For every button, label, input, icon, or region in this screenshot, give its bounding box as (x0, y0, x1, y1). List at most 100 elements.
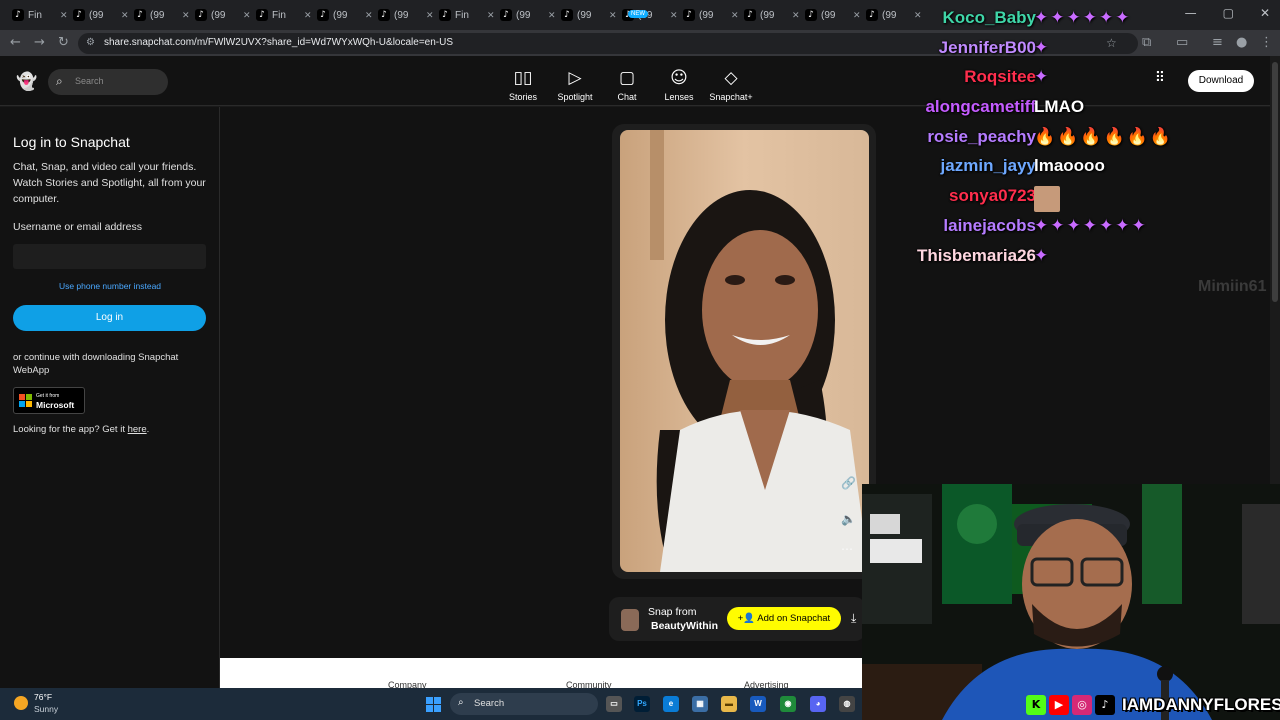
nav-chat-label: Chat (617, 92, 637, 102)
chat-username: lainejacobs (943, 216, 1036, 235)
tiktok-icon: ♪ (134, 9, 146, 21)
face-emote-icon (1034, 186, 1060, 212)
tab-title: (99 (760, 9, 775, 21)
site-info-icon[interactable]: ⚙ (86, 37, 95, 48)
get-app-link[interactable]: here (128, 424, 147, 435)
tiktok-icon: ♪ (500, 9, 512, 21)
stories-icon: ▯▯ (513, 68, 533, 88)
download-snap-icon[interactable]: ⤓ (851, 611, 856, 626)
snapchat-ghost-logo[interactable]: 👻 (16, 72, 37, 92)
add-button-label: Add on Snapchat (757, 613, 831, 624)
browser-menu-icon[interactable]: ⋮ (1260, 35, 1273, 50)
nav-spotlight-label: Spotlight (557, 92, 593, 102)
nav-snapchat-plus-label: Snapchat+ (709, 92, 753, 102)
forward-icon[interactable]: → (34, 35, 45, 50)
snap-search-field[interactable]: ⌕ Search (48, 69, 168, 95)
username-input[interactable] (13, 244, 206, 269)
snap-video[interactable] (620, 130, 869, 572)
chat-message-row: Koco_Baby ✦✦✦✦✦✦ (880, 8, 1260, 34)
use-phone-link[interactable]: Use phone number instead (0, 281, 220, 291)
weather-temperature: 76°F (34, 692, 53, 702)
word-icon[interactable]: W (750, 696, 766, 712)
webcam-frame (862, 484, 1280, 720)
chat-message-text: lmaoooo (1034, 156, 1105, 175)
close-window-icon[interactable]: ✕ (1260, 6, 1270, 20)
nav-chat[interactable]: ▢ Chat (600, 68, 654, 102)
fire-emote-icon: 🔥🔥🔥🔥🔥🔥 (1034, 127, 1174, 147)
file-explorer-icon[interactable]: ▬ (721, 696, 737, 712)
ms-badge-line2: Microsoft (36, 400, 75, 410)
chat-fading-username: Mimiin61 (1198, 278, 1267, 295)
chat-username: rosie_peachy (927, 127, 1036, 146)
volume-icon[interactable]: 🔈 (841, 512, 856, 526)
streamer-webcam (862, 484, 1280, 720)
add-on-snapchat-button[interactable]: +👤 Add on Snapchat (727, 607, 841, 630)
photoshop-icon[interactable]: Ps (634, 696, 650, 712)
chat-message: ✦✦✦✦✦✦ (1034, 8, 1131, 28)
tiktok-icon: ♪ (256, 9, 268, 21)
tiktok-icon: ♪ (866, 9, 878, 21)
chat-message-row: lainejacobs ✦✦✦✦✦✦✦ (880, 216, 1260, 242)
nav-stories[interactable]: ▯▯ Stories (496, 68, 550, 102)
tiktok-icon: ♪ (12, 9, 24, 21)
chat-message: ✦✦✦✦✦✦✦ (1034, 216, 1148, 236)
chat-message (1034, 186, 1060, 212)
chat-message-row: Thisbemaria26 ✦ (880, 246, 1260, 272)
snap-from-label: Snap from (648, 606, 697, 618)
nav-lenses-label: Lenses (664, 92, 694, 102)
store-icon[interactable]: ▦ (692, 696, 708, 712)
tab-title: (99 (394, 9, 409, 21)
snap-username[interactable]: BeautyWithin (651, 620, 718, 632)
chat-message-row: sonya0723 (880, 186, 1260, 212)
tab-title: (99 (577, 9, 592, 21)
scroll-thumb[interactable] (1272, 62, 1278, 302)
reload-icon[interactable]: ↻ (58, 35, 69, 50)
get-app-suffix: . (146, 424, 150, 435)
chat-new-badge: NEW (628, 10, 648, 18)
search-icon: ⌕ (56, 74, 63, 88)
username-label: Username or email address (13, 221, 142, 233)
chat-message-row: jazmin_jayy lmaoooo (880, 156, 1260, 182)
taskbar-search[interactable]: ⌕ Search (450, 693, 598, 715)
link-icon[interactable]: 🔗 (841, 476, 856, 490)
ms-badge-line1: Get it from (36, 393, 60, 399)
app-icon[interactable]: ◍ (839, 696, 855, 712)
tab-title: (99 (211, 9, 226, 21)
search-placeholder: Search (75, 76, 104, 86)
sun-icon (14, 696, 28, 710)
tiktok-icon: ♪ (561, 9, 573, 21)
nav-stories-label: Stories (508, 92, 537, 102)
chat-icon: ▢ (618, 68, 636, 88)
more-options-icon[interactable]: ⋯ (841, 542, 853, 556)
purple-emote-icon: ✦ (1034, 67, 1051, 87)
chat-username: sonya0723 (949, 186, 1036, 205)
discord-icon[interactable]: ◕ (810, 696, 826, 712)
windows-start-icon[interactable] (426, 697, 441, 712)
edge-icon[interactable]: e (663, 696, 679, 712)
chrome-icon[interactable]: ◉ (780, 696, 796, 712)
login-description: Chat, Snap, and video call your friends.… (13, 161, 206, 205)
nav-snapchat-plus[interactable]: ◇ Snapchat+ (704, 68, 758, 102)
nav-spotlight[interactable]: ▷ Spotlight (548, 68, 602, 102)
task-view-icon[interactable]: ▭ (606, 696, 622, 712)
chat-message-row: rosie_peachy 🔥🔥🔥🔥🔥🔥 (880, 127, 1260, 153)
taskbar-search-placeholder: Search (474, 698, 505, 709)
nav-lenses[interactable]: ☺ Lenses (652, 68, 706, 102)
url-text[interactable]: share.snapchat.com/m/FWlW2UVX?share_id=W… (104, 37, 453, 48)
get-app-line: Looking for the app? Get it here. (13, 424, 149, 435)
tab-title: Fin (272, 9, 286, 21)
tiktok-icon: ♪ (378, 9, 390, 21)
chat-message: ✦ (1034, 38, 1050, 58)
tiktok-icon: ♪ (317, 9, 329, 21)
back-icon[interactable]: ← (10, 35, 21, 50)
login-button[interactable]: Log in (13, 305, 206, 331)
tiktok-icon: ♪ (73, 9, 85, 21)
chat-username: Thisbemaria26 (916, 246, 1036, 265)
microsoft-store-badge[interactable]: Get it from Microsoft (13, 387, 85, 414)
snap-user-avatar[interactable] (621, 609, 639, 631)
weather-condition: Sunny (34, 704, 59, 714)
login-title: Log in to Snapchat (13, 134, 130, 150)
tiktok-icon: ♪ (683, 9, 695, 21)
instagram-icon: ◎ (1072, 695, 1092, 715)
continue-text: or continue with downloading Snapchat We… (13, 352, 179, 376)
